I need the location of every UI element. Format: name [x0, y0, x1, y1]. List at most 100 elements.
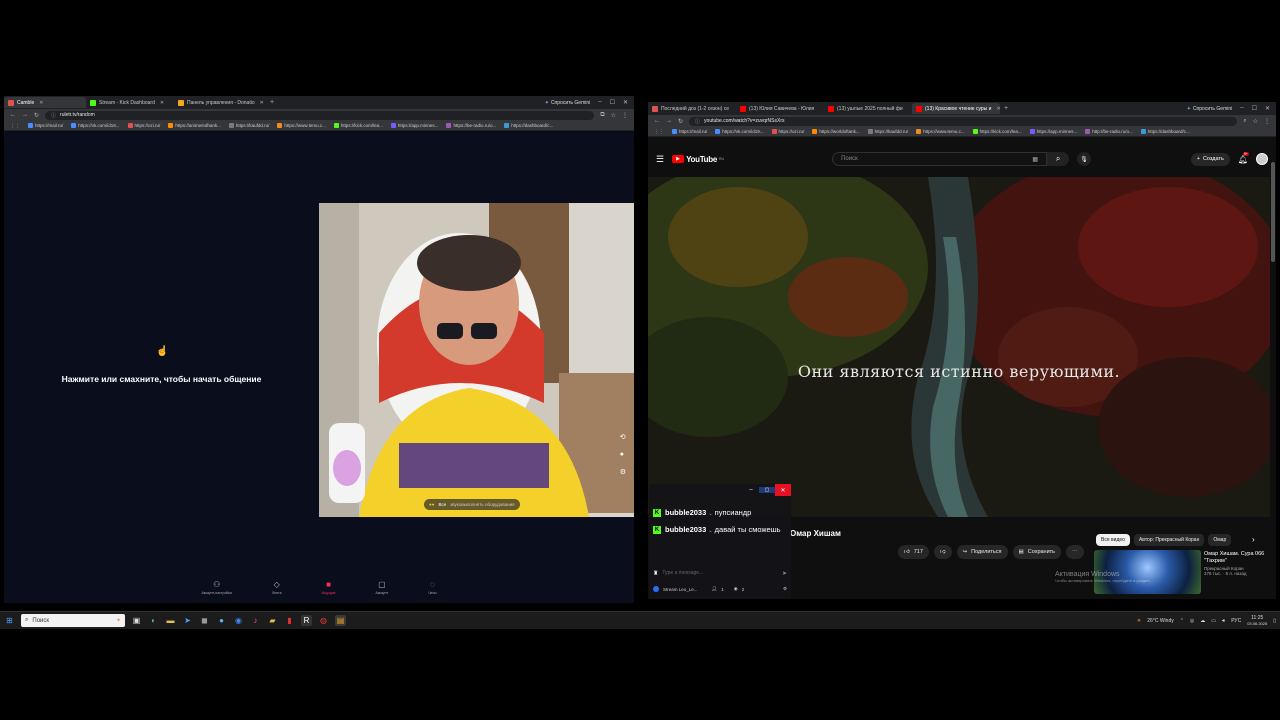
apps-grid-icon[interactable]: ⋮⋮ — [10, 123, 20, 129]
settings-icon[interactable]: ⚙ — [620, 468, 626, 476]
task-view-icon[interactable]: ▣ — [131, 615, 142, 626]
chat-close-icon[interactable]: ✕ — [775, 484, 791, 496]
yt-search-button[interactable]: ⌕ — [1047, 152, 1070, 166]
app-icon-1[interactable]: ◼ — [199, 615, 210, 626]
voice-search-button[interactable]: 🎙 — [1077, 152, 1092, 166]
right-tab-1[interactable]: Последний доз (1-2 сезон) се — [648, 103, 736, 114]
bookmark-item[interactable]: https://ozi.ru/ — [127, 123, 160, 128]
create-button[interactable]: + Создать — [1190, 152, 1230, 166]
bookmark-item[interactable]: https://app.minnes... — [1029, 129, 1077, 134]
explorer-icon[interactable]: ▬ — [165, 615, 176, 626]
more-actions-button[interactable]: ⋯ — [1066, 545, 1084, 559]
bookmark-item[interactable]: http://be-radio.ru/o... — [1085, 129, 1133, 134]
hamburger-menu-icon[interactable]: ☰ — [656, 154, 664, 165]
bookmark-item[interactable]: https://vk.com/id19... — [71, 123, 120, 128]
bookmark-item[interactable]: https://vk.com/id19... — [715, 129, 764, 134]
rotate-camera-icon[interactable]: ⟲ — [620, 433, 626, 441]
tab-close-icon[interactable]: ✕ — [160, 100, 164, 106]
app-icon-7[interactable]: ▤ — [335, 615, 346, 626]
telegram-icon[interactable]: ➤ — [182, 615, 193, 626]
bookmark-item[interactable]: https://kaufdd.ru/ — [867, 129, 908, 134]
left-url-field[interactable]: ⓘ ruletr.tv/random — [45, 110, 595, 120]
site-info-icon[interactable]: ⓘ — [695, 118, 700, 125]
chip-all[interactable]: Все видео — [1096, 534, 1130, 546]
tab-close-icon[interactable]: ✕ — [996, 106, 1000, 112]
keyboard-icon[interactable]: ▦ — [1032, 156, 1038, 163]
bookmark-item[interactable]: https://app.minnes... — [390, 123, 438, 128]
send-icon[interactable]: ➤ — [782, 570, 787, 577]
bookmark-item[interactable]: https://dashboard/c... — [1140, 129, 1190, 134]
tray-chevron-icon[interactable]: ⌃ — [1180, 618, 1184, 624]
app-icon-5[interactable]: R — [301, 615, 312, 626]
rec-info[interactable]: Омар Хишам. Сура 066 "Тахрим" Прекрасный… — [1204, 551, 1270, 576]
close-icon[interactable]: ✕ — [623, 99, 628, 106]
chrome-icon[interactable]: ◉ — [233, 615, 244, 626]
maximize-icon[interactable]: ☐ — [610, 99, 615, 106]
right-tab-4[interactable]: (13) Красивое чтение суры и ✕ — [912, 103, 1000, 114]
extensions-icon[interactable]: ⧉ — [600, 112, 604, 119]
app-icon-2[interactable]: ● — [216, 615, 227, 626]
app-icon-3[interactable]: ♪ — [250, 615, 261, 626]
bookmark-item[interactable]: https://www.temu.c... — [277, 123, 326, 128]
cloud-icon[interactable]: ☁ — [1200, 618, 1205, 624]
nav-item-search[interactable]: ■ Ищущие — [322, 580, 336, 595]
share-button[interactable]: ↪ Поделиться — [956, 545, 1008, 559]
weather-text[interactable]: 26°C Windy — [1147, 618, 1173, 624]
bookmark-item[interactable]: https://mail.ru/ — [672, 129, 707, 134]
bookmark-item[interactable]: https://www.temu.c... — [916, 129, 965, 134]
chat-maximize-icon[interactable]: ▢ — [759, 487, 775, 493]
chat-settings-icon[interactable]: ⚙ — [783, 586, 787, 592]
forward-icon[interactable]: → — [666, 118, 672, 124]
bookmark-item[interactable]: https://worldoftank... — [812, 129, 860, 134]
minimize-icon[interactable]: – — [598, 99, 601, 106]
bookmark-item[interactable]: https://dashboard/c... — [504, 123, 553, 128]
right-tab-3[interactable]: (13) ушлые 2025 полный фи — [824, 103, 912, 114]
left-tab-1[interactable]: Camble ✕ — [4, 97, 86, 108]
back-icon[interactable]: ← — [654, 118, 660, 124]
folder-icon[interactable]: ▰ — [267, 615, 278, 626]
chips-next-icon[interactable]: › — [1252, 535, 1255, 544]
bookmark-item[interactable]: https://kaufdd.ru/ — [228, 123, 269, 128]
new-tab-icon[interactable]: + — [1004, 105, 1008, 112]
close-icon[interactable]: ✕ — [1265, 105, 1270, 112]
like-button[interactable]: 👍︎ 717 — [898, 545, 929, 559]
maximize-icon[interactable]: ☐ — [1252, 105, 1257, 112]
dislike-button[interactable]: 👎︎ — [933, 545, 952, 559]
notifications-button[interactable]: 🔔︎ 9+ — [1238, 151, 1249, 164]
bookmark-item[interactable]: https://anime/edhank... — [168, 123, 221, 128]
tab-close-icon[interactable]: ✕ — [260, 100, 264, 106]
chip-author[interactable]: Автор: Прекрасный Коран — [1133, 534, 1205, 546]
left-tab-3[interactable]: Панель управления - Donatio ✕ — [174, 97, 266, 108]
nav-item-account[interactable]: ▢ Аккаунт — [376, 580, 389, 595]
volume-icon[interactable]: 🔊︎ — [1222, 618, 1225, 624]
app-icon-4[interactable]: ▮ — [284, 615, 295, 626]
left-tab-2[interactable]: Stream - Kick Dashboard ✕ — [86, 97, 174, 108]
tab-close-icon[interactable]: ✕ — [39, 100, 43, 106]
menu-dots-icon[interactable]: ⋮ — [1264, 118, 1270, 125]
video-player[interactable]: Они являются истинно верующими. — [648, 177, 1270, 517]
gemini-button[interactable]: ✦ Спросить Gemini — [545, 99, 591, 106]
back-icon[interactable]: ← — [10, 112, 16, 118]
camera-filter-pill[interactable]: ●● Все звуковыполнять оборудования — [424, 499, 520, 510]
nav-item-chats[interactable]: ◌ Чаты — [428, 580, 436, 595]
gemini-button[interactable]: ✦ Спросить Gemini — [1187, 105, 1233, 112]
site-info-icon[interactable]: ⓘ — [51, 112, 56, 119]
nav-item-account-settings[interactable]: ⚇ Аккаунт-настройки — [201, 580, 231, 595]
start-chat-prompt[interactable]: Нажмите или смахните, чтобы начать общен… — [4, 374, 319, 384]
bookmark-item[interactable]: https://ozi.ru/ — [771, 129, 804, 134]
tray-app-icon[interactable]: ◎ — [1190, 618, 1194, 624]
network-icon[interactable]: ▭ — [1211, 618, 1216, 624]
start-button[interactable]: ⊞ — [4, 615, 15, 626]
chat-input[interactable]: Type a message... — [662, 570, 778, 576]
bookmark-item[interactable]: https://kick.com/lea... — [972, 129, 1022, 134]
nav-item-feed[interactable]: ◇ Лента — [272, 580, 282, 595]
bookmark-item[interactable]: https://be-radio.ru/o... — [446, 123, 496, 128]
clock[interactable]: 11:25 03.06.2025 — [1247, 615, 1267, 627]
reload-icon[interactable]: ↻ — [678, 118, 683, 125]
menu-dots-icon[interactable]: ⋮ — [622, 112, 628, 119]
language-indicator[interactable]: РУС — [1231, 618, 1241, 624]
yt-logo[interactable]: ▶ YouTube RU — [672, 155, 724, 164]
right-tab-2[interactable]: (13) Юлия Савичева - Юлия — [736, 103, 824, 114]
reload-icon[interactable]: ↻ — [34, 112, 39, 119]
notification-center-icon[interactable]: ▯ — [1273, 618, 1276, 624]
